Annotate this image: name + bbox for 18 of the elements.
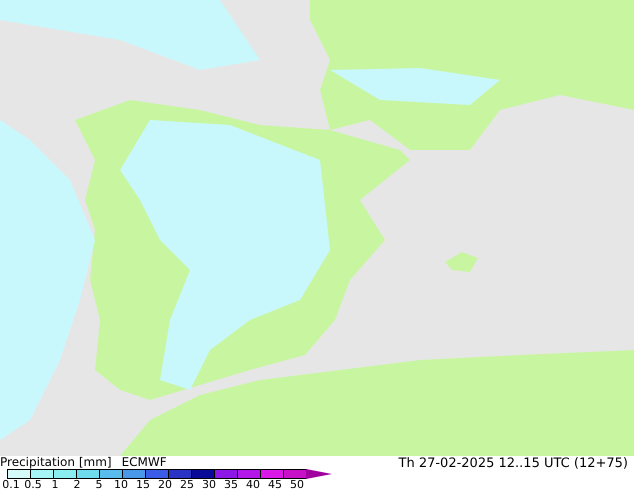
scale-label: 45 [267,479,283,490]
scale-label: 0.5 [23,479,43,490]
scale-label: 0.1 [1,479,21,490]
scale-label: 1 [50,479,60,490]
overflow-arrow-icon [306,469,332,479]
scale-label: 20 [157,479,173,490]
valid-time: Th 27-02-2025 12..15 UTC (12+75) [398,456,628,471]
model-name: ECMWF [122,456,167,469]
scale-label: 15 [135,479,151,490]
scale-label: 25 [179,479,195,490]
scale-label: 2 [72,479,82,490]
scale-label: 35 [223,479,239,490]
scale-label: 10 [113,479,129,490]
scale-label: 5 [94,479,104,490]
legend-title: Precipitation [mm] [0,456,112,469]
scale-label: 40 [245,479,261,490]
scale-label: 30 [201,479,217,490]
scale-label: 50 [289,479,305,490]
